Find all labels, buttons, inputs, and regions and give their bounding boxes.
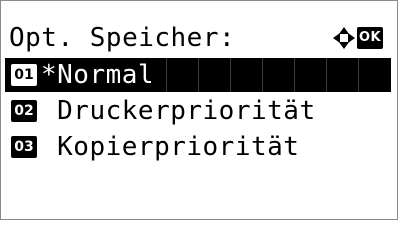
item-number-badge: 03 — [11, 136, 37, 158]
menu-item-druckerprioritaet[interactable]: 02 Druckerpriorität — [5, 94, 391, 128]
menu-item-label: Druckerpriorität — [41, 96, 316, 126]
title-row: Opt. Speicher: OK — [9, 23, 389, 53]
screen-title: Opt. Speicher: — [9, 23, 236, 53]
item-number-badge: 02 — [11, 100, 37, 122]
item-number-badge: 01 — [11, 64, 37, 86]
menu-item-kopierprioritaet[interactable]: 03 Kopierpriorität — [5, 130, 391, 164]
four-way-arrow-icon — [333, 27, 355, 49]
menu-item-label: *Normal — [41, 60, 155, 90]
ok-key-badge[interactable]: OK — [357, 27, 383, 49]
menu-item-label: Kopierpriorität — [41, 132, 300, 162]
menu-item-normal[interactable]: 01 *Normal — [5, 58, 391, 92]
lcd-screen: Opt. Speicher: OK 01 *Normal 02 Druckerp… — [0, 0, 398, 220]
